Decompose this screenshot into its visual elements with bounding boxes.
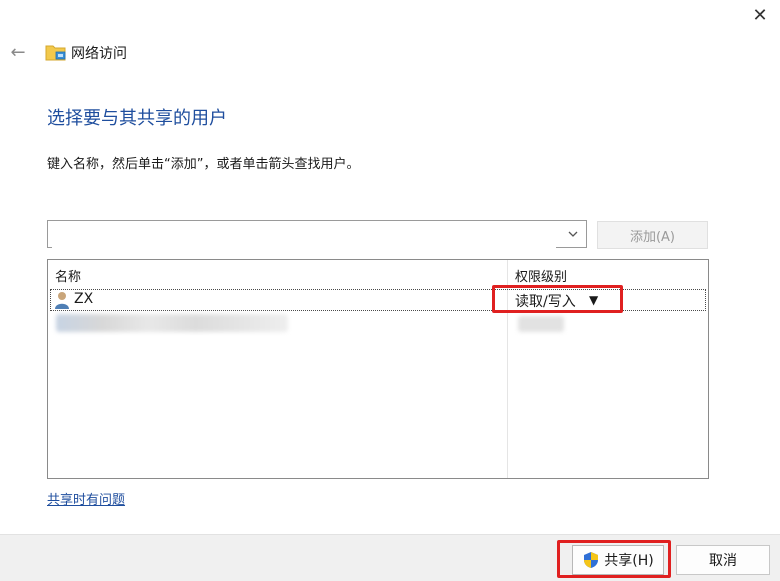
chevron-down-icon[interactable] [566, 227, 580, 241]
user-name: ZX [74, 291, 94, 307]
page-heading: 选择要与其共享的用户 [47, 108, 227, 129]
user-input[interactable] [52, 222, 556, 248]
column-header-name[interactable]: 名称 [55, 266, 81, 285]
user-icon [55, 292, 69, 309]
highlight-box-permission [492, 285, 623, 313]
cancel-button[interactable]: 取消 [676, 545, 770, 575]
column-header-permission[interactable]: 权限级别 [515, 266, 567, 285]
add-button[interactable]: 添加(A) [597, 221, 708, 249]
instruction-text: 键入名称，然后单击“添加”，或者单击箭头查找用户。 [47, 157, 360, 172]
back-arrow-icon: ← [10, 41, 26, 63]
close-button[interactable]: ✕ [740, 0, 780, 30]
redacted-permission [518, 316, 564, 332]
wizard-title: 网络访问 [71, 46, 127, 62]
network-folder-icon [45, 45, 66, 61]
user-combobox[interactable] [47, 220, 587, 248]
highlight-box-share [557, 540, 671, 578]
close-icon: ✕ [752, 4, 768, 26]
redacted-user-entry [56, 314, 288, 332]
back-button[interactable]: ← [6, 40, 30, 64]
sharing-trouble-link[interactable]: 共享时有问题 [47, 489, 125, 508]
